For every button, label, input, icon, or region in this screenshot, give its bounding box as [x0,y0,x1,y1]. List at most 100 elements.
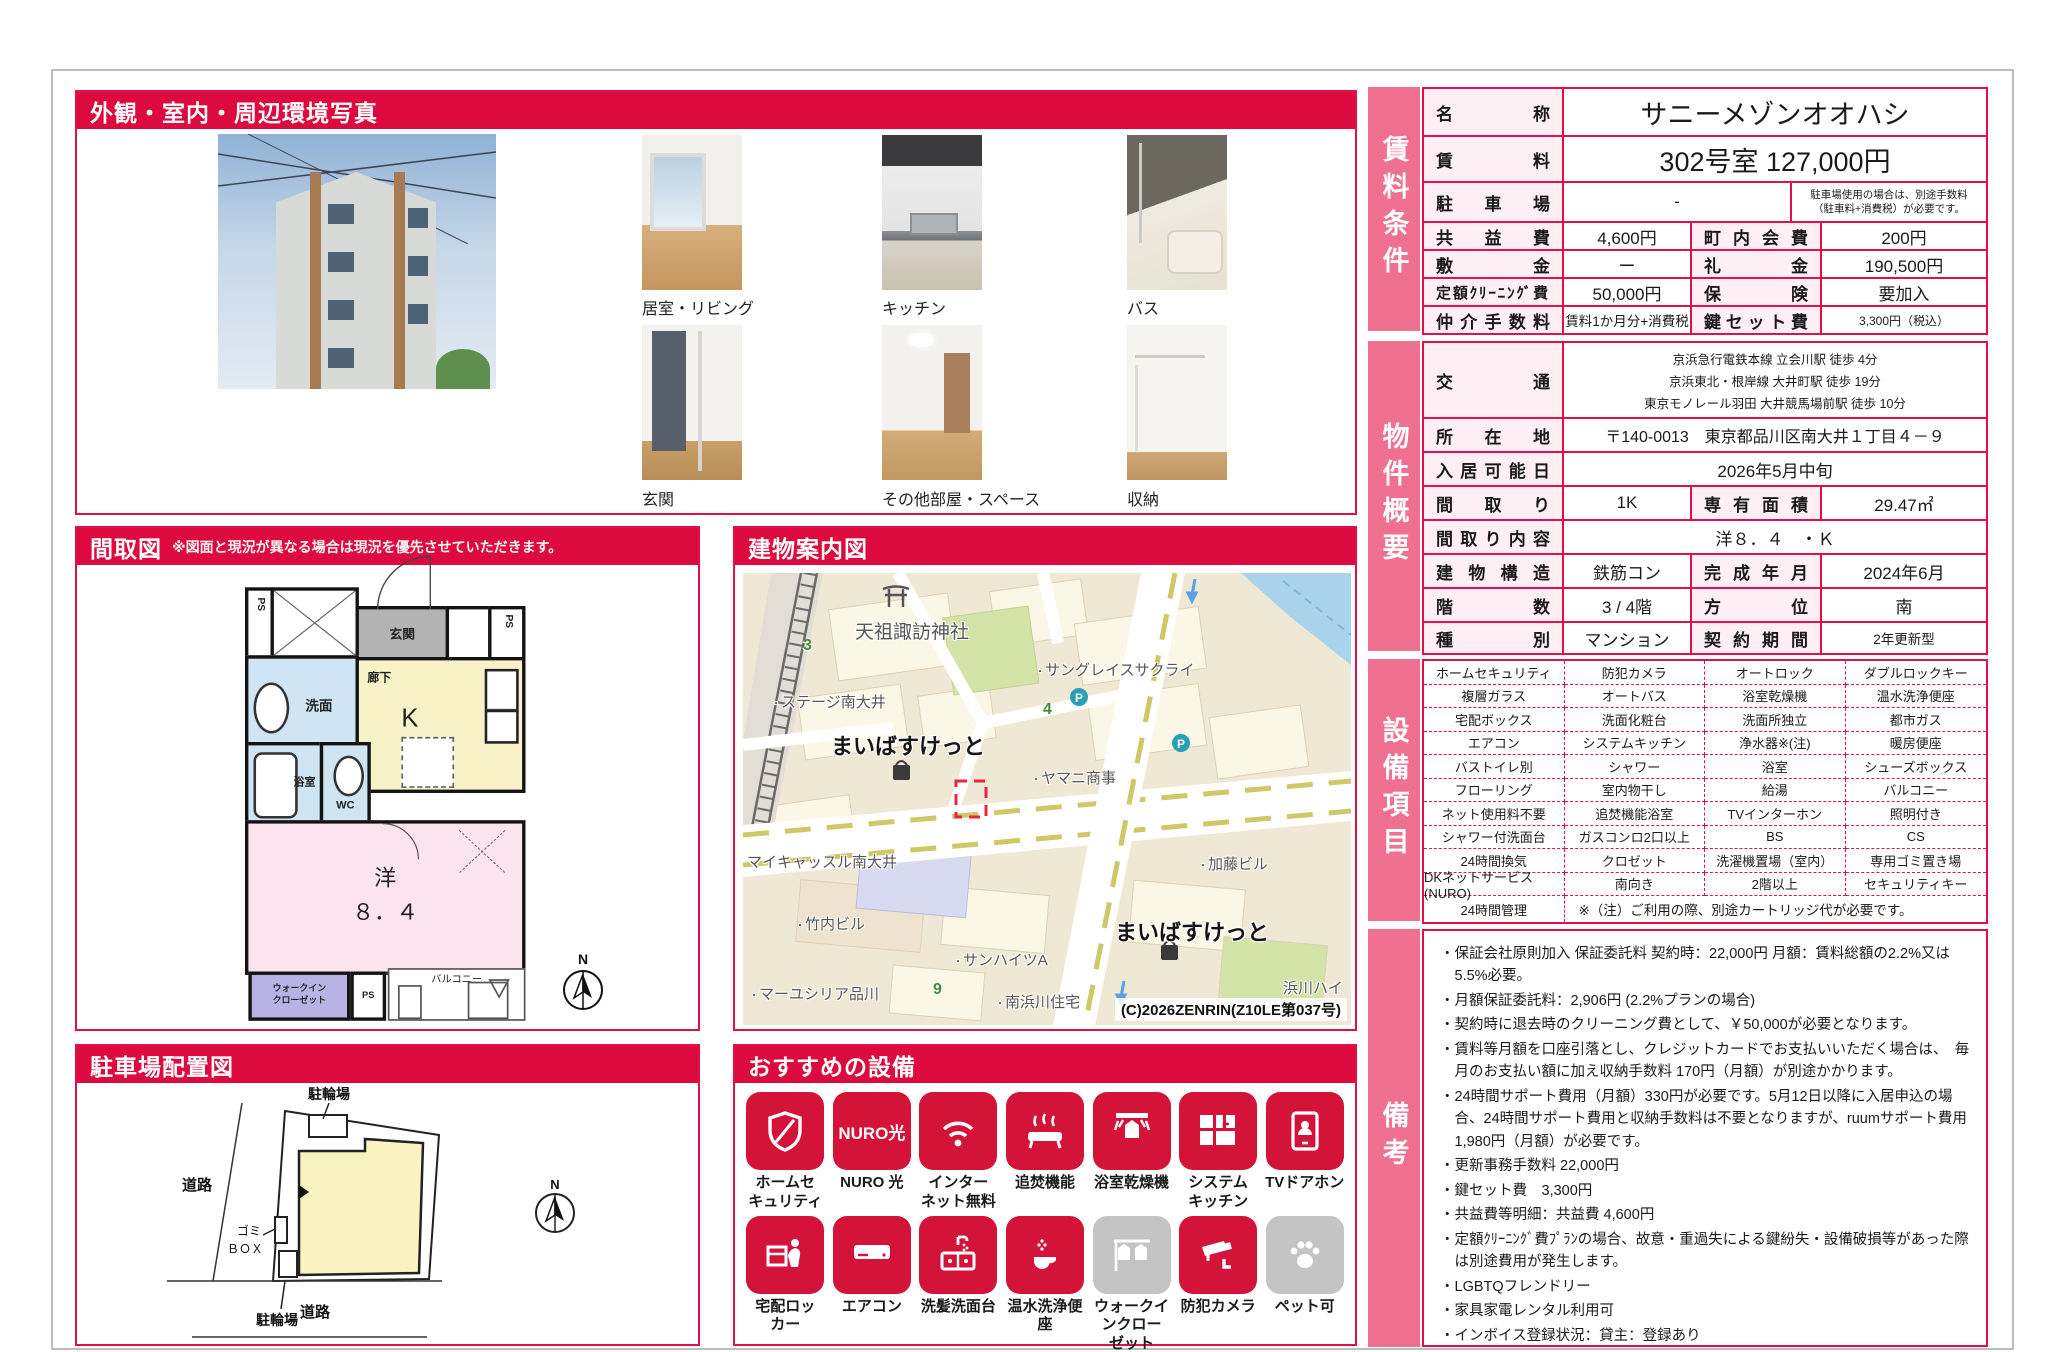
row-value: 洋８．４ ・Ｋ [1564,521,1986,553]
map-place-text: ステージ南大井 [781,694,886,711]
table-row: 定額ｸﾘｰﾆﾝｸﾞ費 50,000円 保険 要加入 [1424,277,1986,305]
facility-item: 防犯カメラ [1178,1216,1259,1352]
map-place-label: ・加藤ビル [1198,853,1268,874]
map-place-text: マイキャッスル南大井 [747,854,897,871]
equipment-item: クロゼット [1565,849,1706,873]
row-label: 共益費 [1436,224,1550,249]
room-label: 玄関 [359,625,446,643]
kitchen-counter [485,710,519,744]
room-senmen: 洗面 [245,655,359,745]
facilities-section: おすすめの設備 ホームセ キュリティNURO光NURO 光インター ネット無料追… [733,1044,1357,1346]
equipment-item: ホームセキュリティ [1424,661,1565,685]
equipment-item: BS [1705,826,1846,850]
rent-section-label: 賃料条件 [1375,135,1414,283]
facility-label: ペット可 [1275,1298,1335,1317]
facility-label: 防犯カメラ [1181,1298,1256,1317]
equipment-item: 暖房便座 [1846,732,1987,756]
floorplan-title: 間取図 [90,530,162,564]
map-poi-dot: ・ [1198,861,1208,872]
security-camera-icon [1179,1216,1257,1294]
equipment-note: ※（注）ご利用の際、別途カートリッジ代が必要です。 [1565,896,1987,922]
row-label: 鍵セット費 [1704,308,1808,333]
parking-title: 駐車場配置図 [90,1048,234,1082]
row-value: 190,500円 [1822,251,1986,277]
room-label: 洗面 [282,694,355,714]
room-ps3: PS [350,972,386,1021]
facility-item: エアコン [832,1216,913,1352]
table-row: 種別 マンション 契約期間 2年更新型 [1424,621,1986,653]
toilet-oval [333,756,364,797]
map-poi-dot: ・ [749,991,759,1002]
map-place-label: 浜川ハイ [1283,977,1343,998]
map-section: 建物案内図 [733,526,1357,1031]
row-label: 定額ｸﾘｰﾆﾝｸﾞ費 [1436,282,1550,303]
floorplan-note: ※図面と現況が異なる場合は現況を優先させていただきます。 [172,537,562,557]
equipment-item: 複層ガラス [1424,685,1565,709]
photo-living [642,135,742,290]
parking-section: 駐車場配置図 駐輪場 道路 ゴミ ＢＯＸ 駐輪場 道路 N [75,1044,700,1346]
map-header: 建物案内図 [735,528,1355,565]
shelf [1135,355,1205,358]
room-label: 洋 [248,861,522,892]
toilet-icon [1006,1216,1084,1294]
row-value: 鉄筋コン [1564,555,1692,587]
overview-table: 交通 京浜急行電鉄本線 立会川駅 徒歩 4分 京浜東北・根岸線 大井町駅 徒歩 … [1422,341,1988,655]
road-bottom-label: 道路 [300,1303,331,1321]
paw-icon [1266,1216,1344,1294]
row-label: 方位 [1704,593,1808,618]
row-label: 入居可能日 [1436,457,1550,482]
photo-caption: 玄関 [642,486,674,510]
road-left-label: 道路 [182,1176,213,1194]
map-copyright: (C)2026ZENRIN(Z10LE第037号) [1115,998,1347,1021]
transit-lines: 京浜急行電鉄本線 立会川駅 徒歩 4分 京浜東北・根岸線 大井町駅 徒歩 19分… [1564,349,1986,412]
photos-header: 外観・室内・周辺環境写真 [77,92,1355,129]
photo-caption: その他部屋・スペース [882,486,1040,510]
shower-bar [1139,143,1142,243]
rent-value: 302号室 127,000円 [1564,137,1986,181]
equipment-item: シャワー付洗面台 [1424,826,1565,850]
equipment-item: ダブルロックキー [1846,661,1987,685]
building-window [328,300,354,320]
facility-label: ホームセ キュリティ [748,1174,822,1212]
table-row: 交通 京浜急行電鉄本線 立会川駅 徒歩 4分 京浜東北・根岸線 大井町駅 徒歩 … [1424,343,1986,417]
equipment-item: シューズボックス [1846,755,1987,779]
room-label: PS [503,615,515,629]
table-row: 所在地 〒140-0013 東京都品川区南大井１丁目４－９ [1424,417,1986,451]
map-place-label: マイキャッスル南大井 [747,851,897,872]
row-label: 建物構造 [1436,559,1550,584]
photo-caption: 居室・リビング [642,295,754,319]
balcony-unit [398,985,422,1019]
equipment-item: システムキッチン [1565,732,1706,756]
facility-label: エアコン [842,1298,902,1317]
row-value: 200円 [1822,223,1986,249]
row-value: 3,300円（税込） [1822,307,1986,333]
floorplan-drawing: PS 玄関 PS 洗面 廊下 K 浴室 WC 洋 [245,572,526,1023]
facility-label: インター ネット無料 [921,1174,996,1212]
row-value: 2024年6月 [1822,555,1986,587]
building-window [328,348,354,368]
parking-note: 駐車場使用の場合は、別途手数料 （駐車料+消費税）が必要です。 [1792,183,1986,221]
row-value: 南 [1822,589,1986,621]
facility-item: NURO光NURO 光 [832,1092,913,1212]
row-label: 所在地 [1436,423,1550,448]
photo-other-room [882,325,982,480]
row-label: 町内会費 [1704,224,1808,249]
photo-caption: キッチン [882,295,946,319]
room-wic: ウォークイン クローゼット [248,972,350,1021]
photo-storage [1127,325,1227,480]
trash-box [275,1217,287,1243]
map-place-label: まいばすけっと [1115,915,1269,947]
parking-note-line: （駐車料+消費税）が必要です。 [1798,202,1980,216]
equipment-section-label: 設備項目 [1375,716,1414,864]
map-block-number: 4 [1043,701,1052,719]
building-window [408,304,428,324]
remark-item: ・更新事務手数料 22,000円 [1440,1155,1970,1177]
row-value: ー [1564,251,1692,277]
map-block-number: 3 [803,637,812,655]
facility-label: システム キッチン [1188,1174,1248,1212]
map-place-text: 竹内ビル [805,916,865,933]
photos-section: 外観・室内・周辺環境写真 [75,90,1357,515]
room-label: 廊下 [367,669,391,686]
equipment-item: 温水洗浄便座 [1846,685,1987,709]
equipment-item: 浄水器※(注) [1705,732,1846,756]
